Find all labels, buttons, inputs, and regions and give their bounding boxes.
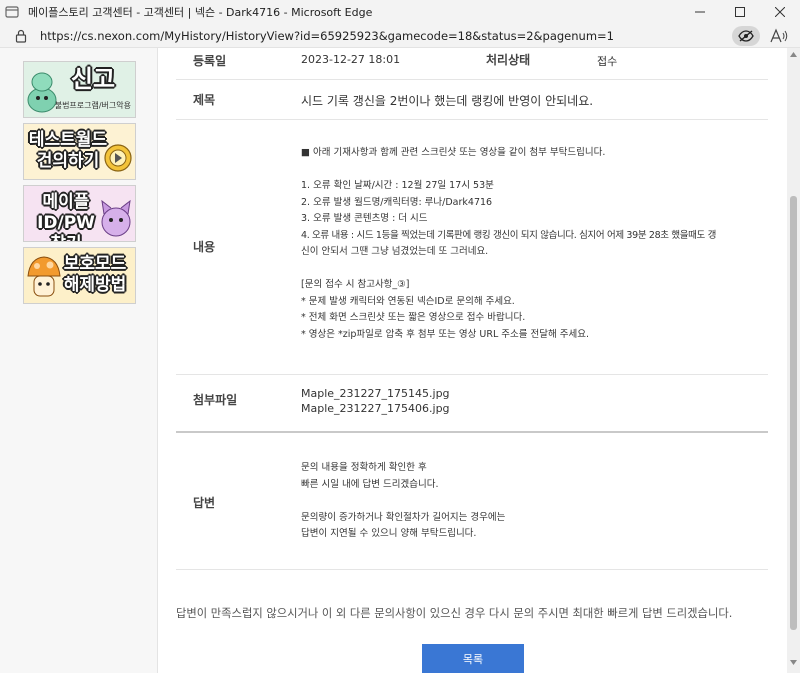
title-bar: 메이플스토리 고객센터 - 고객센터 | 넥슨 - Dark4716 - Mic… (0, 0, 800, 24)
close-icon (775, 7, 785, 17)
answer-body: 문의 내용을 정확하게 확인한 후 빠른 시일 내에 답변 드리겠습니다. 문의… (301, 460, 505, 543)
lock-icon[interactable] (14, 29, 28, 43)
minimize-button[interactable] (680, 0, 720, 24)
banner-title: 신고 (70, 65, 116, 93)
registration-row: 등록일 2023-12-27 18:01 처리상태 접수 (176, 48, 768, 80)
window-title: 메이플스토리 고객센터 - 고객센터 | 넥슨 - Dark4716 - Mic… (28, 6, 373, 19)
attachment-label: 첨부파일 (193, 393, 238, 407)
status-value: 접수 (597, 55, 618, 68)
cat-mascot-icon (101, 199, 131, 237)
subject-row: 제목 시드 기록 갱신을 2번이나 했는데 랭킹에 반영이 안되네요. (176, 80, 768, 120)
attachment-link[interactable]: Maple_231227_175145.jpg (301, 386, 450, 401)
content-body: ■ 아래 기재사항과 함께 관련 스크린샷 또는 영상을 같이 첨부 부탁드립니… (301, 145, 766, 343)
address-bar: https://cs.nexon.com/MyHistory/HistoryVi… (0, 24, 800, 48)
answer-line: 빠른 시일 내에 답변 드리겠습니다. (301, 478, 439, 490)
content-line: 신이 안되서 그땐 그냥 넘겼었는데 또 그러네요. (301, 246, 489, 257)
status-label: 처리상태 (486, 53, 531, 67)
scroll-up-icon[interactable] (790, 52, 797, 57)
app-icon (5, 6, 19, 18)
subject-value: 시드 기록 갱신을 2번이나 했는데 랭킹에 반영이 안되네요. (301, 94, 594, 108)
registration-date-label: 등록일 (193, 54, 227, 68)
answer-row: 답변 문의 내용을 정확하게 확인한 후 빠른 시일 내에 답변 드리겠습니다.… (176, 433, 768, 570)
attachment-list: Maple_231227_175145.jpg Maple_231227_175… (301, 386, 450, 416)
answer-line: 답변이 지연될 수 있으니 양해 부탁드립니다. (301, 528, 477, 539)
eye-off-icon (738, 29, 754, 42)
content-line: [문의 접수 시 참고사항_③] (301, 279, 410, 290)
banner-subtitle: 불법프로그램/버그악용 (54, 101, 131, 110)
registration-date-value: 2023-12-27 18:01 (301, 53, 401, 66)
report-banner[interactable]: 신고 불법프로그램/버그악용 (23, 61, 136, 118)
protection-mode-release-banner[interactable]: 보호모드 해제방법 (23, 247, 136, 304)
read-aloud-button[interactable] (770, 27, 788, 45)
banner-title: 보호모드 해제방법 (63, 254, 127, 295)
content-line: 2. 오류 발생 월드명/캐릭터명: 루나/Dark4716 (301, 196, 493, 208)
banner-title: 테스트월드 건의하기 (28, 130, 108, 171)
answer-line: 문의 내용을 정확하게 확인한 후 (301, 462, 427, 473)
content-line: * 전체 화면 스크린샷 또는 짧은 영상으로 접수 바랍니다. (301, 312, 526, 323)
minimize-icon (695, 11, 705, 13)
banner-title: 메이플 ID/PW 찾기 (37, 192, 95, 241)
followup-notice: 답변이 만족스럽지 않으시거나 이 외 다른 문의사항이 있으신 경우 다시 문… (176, 607, 733, 620)
subject-label: 제목 (193, 93, 216, 107)
maximize-icon (735, 7, 745, 17)
test-world-suggestion-banner[interactable]: 테스트월드 건의하기 (23, 123, 136, 180)
answer-line (301, 493, 505, 510)
id-pw-find-banner[interactable]: 메이플 ID/PW 찾기 (23, 185, 136, 242)
vertical-scrollbar[interactable] (787, 48, 800, 673)
content-line: 3. 오류 발생 콘텐츠명 : 더 시드 (301, 213, 428, 224)
content-line: 1. 오류 확인 날짜/시간 : 12월 27일 17시 53분 (301, 180, 494, 191)
sidebar: 신고 불법프로그램/버그악용 테스트월드 건의하기 메이플 ID/PW 찾기 (0, 48, 158, 673)
content-line (301, 261, 766, 278)
close-button[interactable] (760, 0, 800, 24)
content-line: * 문제 발생 캐릭터와 연동된 넥슨ID로 문의해 주세요. (301, 295, 515, 307)
attachment-link[interactable]: Maple_231227_175406.jpg (301, 401, 450, 416)
scroll-down-icon[interactable] (790, 660, 797, 665)
url-field[interactable]: https://cs.nexon.com/MyHistory/HistoryVi… (40, 29, 732, 43)
content-line: 4. 오류 내용 : 시드 1등을 찍었는데 기록판에 랭킹 갱신이 되지 않습… (301, 229, 716, 241)
content-line: ■ 아래 기재사항과 함께 관련 스크린샷 또는 영상을 같이 첨부 부탁드립니… (301, 147, 606, 158)
page-viewport: 신고 불법프로그램/버그악용 테스트월드 건의하기 메이플 ID/PW 찾기 (0, 48, 787, 673)
read-aloud-icon (770, 27, 788, 42)
answer-label: 답변 (193, 496, 216, 510)
mushroom-mascot-icon (27, 256, 61, 297)
scrollbar-thumb[interactable] (790, 196, 797, 630)
list-button[interactable]: 목록 (422, 644, 524, 673)
maximize-button[interactable] (720, 0, 760, 24)
slime-mascot-icon (27, 72, 57, 113)
content-row: 내용 ■ 아래 기재사항과 함께 관련 스크린샷 또는 영상을 같이 첨부 부탁… (176, 120, 768, 375)
content-line: * 영상은 *zip파일로 압축 후 첨부 또는 영상 URL 주소를 전달해 … (301, 328, 590, 340)
content-line (301, 162, 766, 179)
attachment-row: 첨부파일 Maple_231227_175145.jpg Maple_23122… (176, 375, 768, 433)
answer-line: 문의량이 증가하거나 확인절차가 길어지는 경우에는 (301, 511, 506, 523)
tracking-prevention-button[interactable] (732, 25, 760, 46)
content-label: 내용 (193, 240, 216, 254)
